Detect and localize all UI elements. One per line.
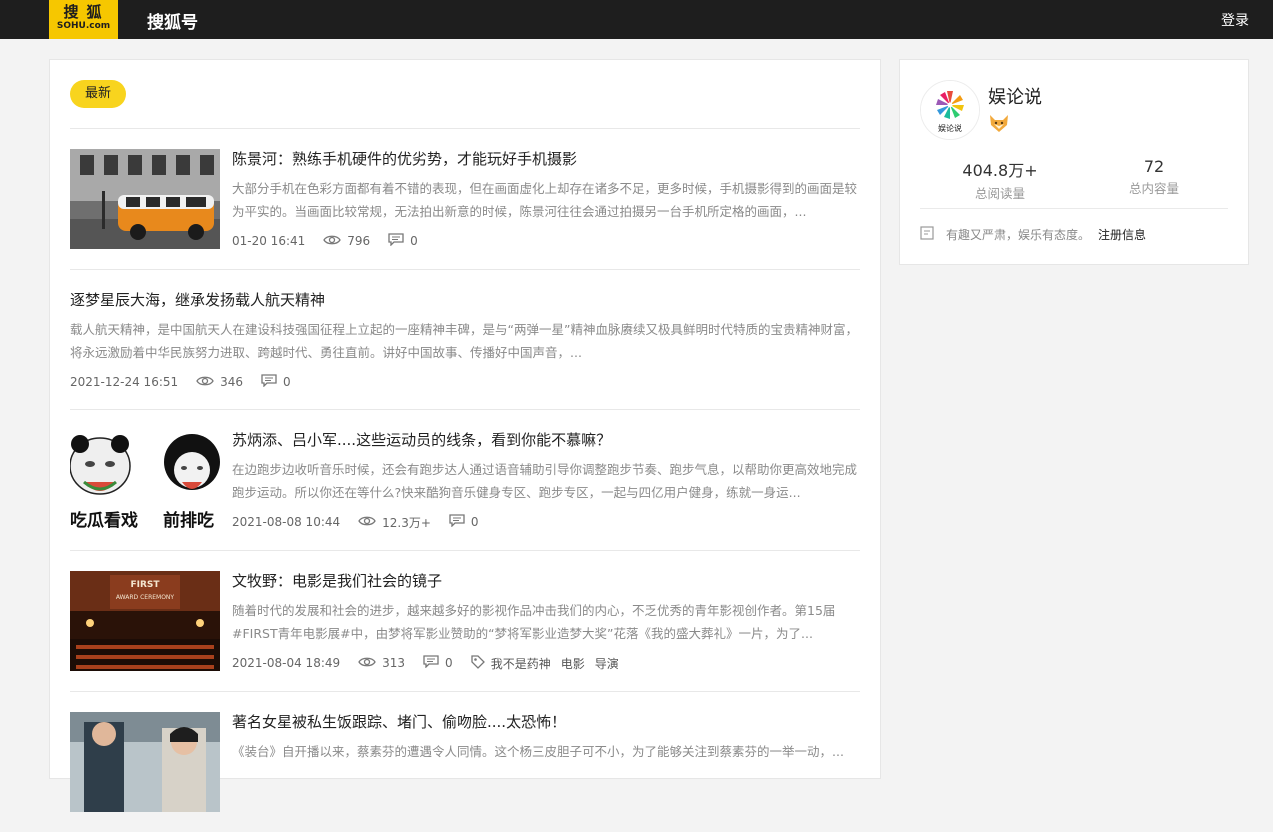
article-meta: 2021-08-04 18:49 313 0 我不是药神 电影 导演 [232, 654, 860, 672]
logo-text-top: 搜狐 [63, 3, 110, 21]
fox-badge-icon [988, 113, 1010, 137]
article-title[interactable]: 著名女星被私生饭跟踪、堵门、偷吻脸....太恐怖！ [232, 712, 860, 732]
article-thumbnail[interactable] [70, 712, 220, 812]
sohu-logo[interactable]: 搜狐 SOHU.com [49, 0, 118, 39]
logo-text-bottom: SOHU.com [56, 21, 111, 31]
view-count: 346 [220, 375, 244, 389]
article-thumbnail[interactable] [70, 149, 220, 249]
views-icon [323, 234, 342, 249]
stat-value: 404.8万+ [962, 161, 1038, 180]
article-tag[interactable]: 导演 [595, 655, 619, 672]
thumb-caption-award: AWARD CEREMONY [116, 594, 175, 601]
tag-icon [471, 654, 485, 672]
article-item[interactable]: FIRST AWARD CEREMONY 文牧野：电影是我们社会的镜子 随着时代… [70, 571, 860, 691]
article-time: 2021-12-24 16:51 [70, 375, 179, 389]
article-tag[interactable]: 我不是药神 [491, 655, 551, 672]
intro-icon [920, 226, 934, 243]
comment-icon [388, 233, 404, 249]
login-link[interactable]: 登录 [1221, 10, 1249, 30]
thumb-caption-left: 吃瓜看戏 [70, 510, 138, 530]
author-name[interactable]: 娱论说 [988, 83, 1042, 109]
article-title[interactable]: 陈景河：熟练手机硬件的优劣势，才能玩好手机摄影 [232, 149, 860, 169]
divider [920, 208, 1228, 209]
article-time: 2021-08-04 18:49 [232, 656, 341, 670]
avatar-caption: 娱论说 [938, 123, 962, 133]
tab-latest[interactable]: 最新 [70, 80, 126, 108]
stat-total-content: 72 总内容量 [1084, 157, 1224, 197]
author-avatar[interactable]: 娱论说 [920, 80, 980, 140]
register-info-link[interactable]: 注册信息 [1098, 226, 1146, 243]
author-card: 娱论说 娱论说 404.8万+ 总阅读量 72 总内容量 有趣又严肃，娱乐有态度… [899, 59, 1249, 265]
article-text: 苏炳添、吕小军....这些运动员的线条，看到你能不慕嘛？ 在边跑步边收听音乐时候… [232, 430, 860, 530]
comment-icon [423, 655, 439, 671]
article-meta: 2021-12-24 16:51 346 0 [70, 374, 860, 390]
article-time: 01-20 16:41 [232, 234, 306, 248]
divider [70, 409, 860, 410]
comment-icon [261, 374, 277, 390]
author-intro: 有趣又严肃，娱乐有态度。 注册信息 [920, 226, 1146, 243]
view-count: 796 [347, 234, 371, 248]
article-item[interactable]: 著名女星被私生饭跟踪、堵门、偷吻脸....太恐怖！ 《装台》自开播以来，蔡素芬的… [70, 712, 860, 832]
divider [70, 269, 860, 270]
stat-total-reads: 404.8万+ 总阅读量 [930, 157, 1070, 202]
article-time: 2021-08-08 10:44 [232, 515, 341, 529]
article-summary: 《装台》自开播以来，蔡素芬的遭遇令人同情。这个杨三皮胆子可不小，为了能够关注到蔡… [232, 744, 844, 759]
article-text: 文牧野：电影是我们社会的镜子 随着时代的发展和社会的进步，越来越多好的影视作品冲… [232, 571, 860, 671]
view-count: 313 [382, 656, 406, 670]
article-text: 著名女星被私生饭跟踪、堵门、偷吻脸....太恐怖！ 《装台》自开播以来，蔡素芬的… [232, 712, 860, 786]
article-meta: 01-20 16:41 796 0 [232, 233, 860, 249]
article-item[interactable]: 吃瓜看戏 前排吃 苏炳添、吕小军....这些运动员的线条，看到你能不慕嘛？ 在边… [70, 430, 860, 550]
article-item[interactable]: 逐梦星辰大海，继承发扬载人航天精神 载人航天精神，是中国航天人在建设科技强国征程… [70, 290, 860, 410]
comment-count: 0 [445, 656, 453, 670]
views-icon [196, 375, 214, 390]
thumb-caption-right: 前排吃 [163, 510, 214, 530]
divider [70, 691, 860, 692]
comment-count: 0 [470, 515, 479, 529]
thumb-caption-first: FIRST [130, 580, 160, 590]
views-icon [358, 515, 376, 530]
article-title[interactable]: 苏炳添、吕小军....这些运动员的线条，看到你能不慕嘛？ [232, 430, 860, 450]
app-title[interactable]: 搜狐号 [147, 8, 198, 33]
article-item[interactable]: 陈景河：熟练手机硬件的优劣势，才能玩好手机摄影 大部分手机在色彩方面都有着不错的… [70, 149, 860, 269]
article-meta: 2021-08-08 10:44 12.3万+ 0 [232, 514, 860, 530]
article-feed: 最新 陈景河：熟练手机硬件的优劣势，才能玩好手机摄影 大部分手机在色彩方面都有着… [49, 59, 881, 812]
article-summary: 大部分手机在色彩方面都有着不错的表现，但在画面虚化上却存在诸多不足，更多时候，手… [232, 181, 858, 219]
comment-count: 0 [410, 234, 418, 248]
divider [70, 128, 860, 129]
article-thumbnail[interactable]: FIRST AWARD CEREMONY [70, 571, 220, 671]
top-bar: 搜狐 SOHU.com 搜狐号 登录 [0, 0, 1273, 39]
views-icon [358, 656, 376, 671]
divider [70, 550, 860, 551]
article-title[interactable]: 文牧野：电影是我们社会的镜子 [232, 571, 860, 591]
view-count: 12.3万+ [382, 515, 431, 530]
article-summary: 随着时代的发展和社会的进步，越来越多好的影视作品冲击我们的内心，不乏优秀的青年影… [232, 603, 836, 641]
article-text: 陈景河：熟练手机硬件的优劣势，才能玩好手机摄影 大部分手机在色彩方面都有着不错的… [232, 149, 860, 249]
article-text: 逐梦星辰大海，继承发扬载人航天精神 载人航天精神，是中国航天人在建设科技强国征程… [70, 290, 860, 390]
author-slogan: 有趣又严肃，娱乐有态度。 [946, 228, 1091, 242]
article-tag[interactable]: 电影 [561, 655, 585, 672]
stat-value: 72 [1143, 157, 1165, 176]
article-summary: 在边跑步边收听音乐时候，还会有跑步达人通过语音辅助引导你调整跑步节奏、跑步气息，… [232, 462, 858, 500]
article-summary: 载人航天精神，是中国航天人在建设科技强国征程上立起的一座精神丰碑，是与“两弹一星… [70, 322, 858, 360]
comment-icon [449, 514, 465, 530]
stat-label: 总内容量 [1128, 181, 1179, 196]
article-title[interactable]: 逐梦星辰大海，继承发扬载人航天精神 [70, 290, 860, 310]
stat-label: 总阅读量 [974, 186, 1025, 201]
article-thumbnail[interactable]: 吃瓜看戏 前排吃 [70, 430, 220, 530]
comment-count: 0 [283, 375, 291, 389]
